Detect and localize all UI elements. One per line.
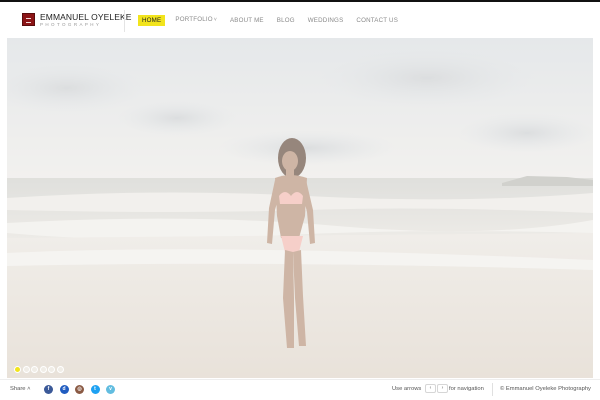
nav-item-home[interactable]: HOME [138, 14, 166, 26]
twitter-icon[interactable]: t [90, 385, 100, 394]
header-divider [124, 10, 125, 32]
site-footer: Share ˄ f d ◎ t v Use arrows ‹ › for nav… [0, 380, 600, 400]
facebook-icon[interactable]: f [44, 385, 53, 394]
slide-dot-3[interactable] [31, 366, 38, 373]
logo-text: EMMANUEL OYELEKE PHOTOGRAPHY [40, 13, 132, 28]
hero-photo [7, 38, 593, 378]
nav-hint-suffix: for navigation [449, 386, 484, 392]
chevron-down-icon: ˅ [213, 17, 217, 23]
slide-dot-4[interactable] [39, 366, 47, 373]
instagram-icon[interactable]: ◎ [75, 385, 84, 394]
main-nav: HOME PORTFOLIO˅ ABOUT ME BLOG WEDDINGS C… [138, 14, 411, 26]
nav-item-about-me[interactable]: ABOUT ME [230, 15, 264, 26]
slideshow-pagination [14, 366, 65, 373]
share-label: Share [10, 386, 26, 392]
logo-mark-icon [22, 13, 35, 26]
nav-item-portfolio-label: PORTFOLIO [175, 16, 213, 23]
chevron-up-icon: ˄ [27, 386, 31, 392]
brand-name: EMMANUEL OYELEKE [40, 12, 132, 22]
nav-item-contact-us[interactable]: CONTACT US [356, 15, 398, 26]
brand-tagline: PHOTOGRAPHY [40, 22, 102, 27]
social-links: f d ◎ t v [44, 385, 122, 394]
hero-slideshow[interactable] [7, 38, 593, 378]
nav-item-portfolio[interactable]: PORTFOLIO˅ [175, 14, 217, 26]
copyright-text: © Emmanuel Oyeleke Photography [500, 386, 591, 392]
site-header: EMMANUEL OYELEKE PHOTOGRAPHY HOME PORTFO… [0, 2, 600, 36]
footer-separator [492, 383, 493, 396]
nav-item-weddings[interactable]: WEDDINGS [308, 15, 344, 26]
share-button[interactable]: Share ˄ [10, 386, 30, 392]
slide-dot-2[interactable] [22, 366, 30, 373]
slide-dot-5[interactable] [48, 366, 55, 373]
vimeo-icon[interactable]: v [106, 385, 115, 394]
next-arrow-button[interactable]: › [437, 384, 448, 393]
slide-dot-6[interactable] [56, 366, 64, 373]
site-logo[interactable]: EMMANUEL OYELEKE PHOTOGRAPHY [22, 13, 132, 28]
delicious-icon[interactable]: d [59, 385, 69, 394]
nav-item-blog[interactable]: BLOG [277, 15, 295, 26]
nav-hint-prefix: Use arrows [392, 386, 422, 392]
slide-dot-1[interactable] [14, 366, 21, 373]
prev-arrow-button[interactable]: ‹ [425, 384, 436, 393]
